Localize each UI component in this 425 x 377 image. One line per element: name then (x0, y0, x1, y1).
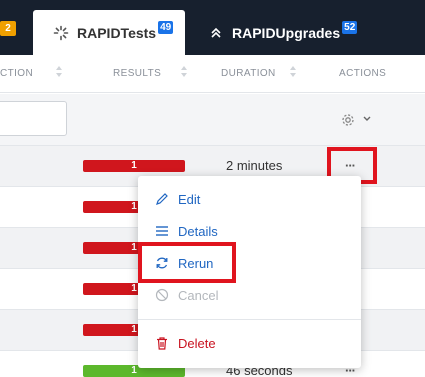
spinner-icon (53, 25, 69, 41)
sort-icon[interactable] (290, 66, 296, 80)
menu-item-edit[interactable]: Edit (138, 184, 361, 214)
menu-item-delete[interactable]: Delete (138, 328, 361, 358)
menu-item-label: Delete (178, 335, 216, 351)
menu-item-label: Cancel (178, 287, 219, 303)
pencil-icon (155, 192, 169, 206)
chevron-down-icon[interactable] (362, 112, 372, 126)
menu-item-cancel: Cancel (138, 280, 361, 310)
refresh-icon (155, 256, 169, 270)
column-header-duration[interactable]: DURATION (221, 68, 276, 79)
menu-item-label: Edit (178, 191, 201, 207)
filter-input[interactable] (0, 101, 67, 136)
tab-label: RAPIDTests (77, 24, 157, 41)
column-header-action[interactable]: CTION (0, 68, 33, 79)
menu-item-label: Rerun (178, 255, 214, 271)
list-icon (155, 224, 169, 238)
row-actions-menu: Edit Details Rerun Cancel Delete (138, 176, 361, 368)
tab-count-badge: 49 (158, 21, 174, 34)
trash-icon (155, 336, 169, 350)
cancel-icon (155, 288, 169, 302)
column-header-results[interactable]: RESULTS (113, 68, 161, 79)
sort-icon[interactable] (181, 66, 187, 80)
table-header: CTION RESULTS DURATION ACTIONS (0, 55, 425, 93)
column-header-actions: ACTIONS (339, 68, 387, 79)
duration-text: 2 minutes (226, 158, 283, 173)
tab-label: RAPIDUpgrades (232, 24, 341, 41)
filter-row (0, 94, 425, 146)
result-bar: 1 (83, 160, 185, 172)
menu-item-label: Details (178, 223, 218, 239)
menu-item-details[interactable]: Details (138, 216, 361, 246)
double-chevron-up-icon (208, 25, 224, 41)
menu-item-rerun[interactable]: Rerun (138, 248, 361, 278)
gear-icon[interactable] (341, 113, 355, 127)
tab-count-badge: 52 (342, 21, 358, 34)
row-actions-button[interactable]: ··· (345, 158, 356, 173)
sort-icon[interactable] (56, 66, 62, 80)
tab-bar: 2 RAPIDTests 49 RAPIDUpgrades 52 (0, 0, 425, 55)
tab-rapidtests[interactable]: RAPIDTests 49 (33, 10, 185, 55)
menu-divider (138, 319, 361, 320)
tab-count-badge: 2 (0, 21, 16, 36)
tab-rapidupgrades[interactable]: RAPIDUpgrades 52 (200, 10, 358, 55)
